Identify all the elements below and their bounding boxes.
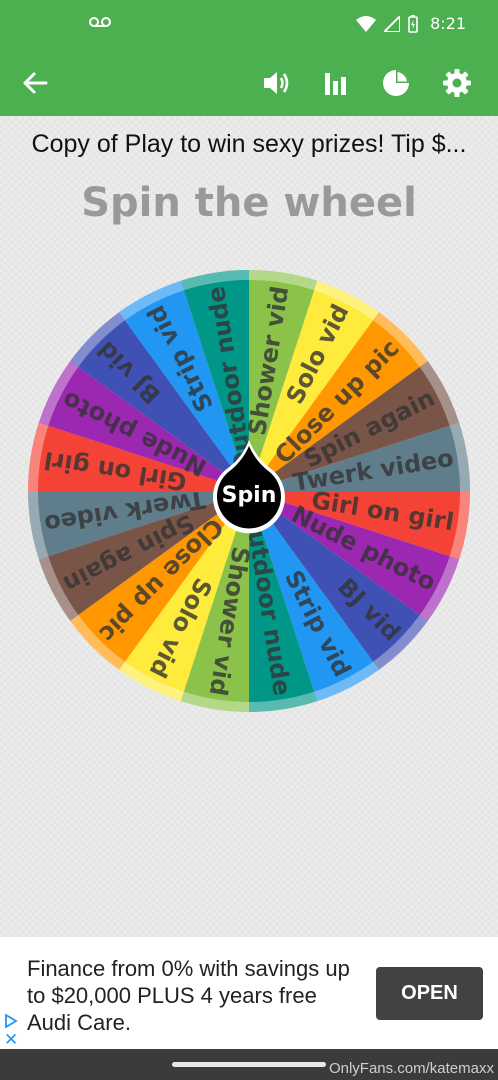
ad-close-icon[interactable]: ✕ — [4, 1030, 18, 1050]
spin-label: Spin — [222, 483, 277, 508]
adchoices-icon[interactable] — [4, 1014, 18, 1028]
status-time: 8:21 — [430, 14, 466, 33]
volume-icon — [264, 72, 289, 94]
status-bar: 8:21 — [0, 0, 498, 52]
prize-wheel[interactable]: Shower vidSolo vidClose up picSpin again… — [20, 262, 478, 720]
page-heading: Spin the wheel — [81, 180, 417, 226]
wheel-select-button[interactable] — [379, 66, 413, 100]
wifi-icon — [356, 15, 377, 32]
voicemail-icon — [89, 17, 111, 27]
wheel-name: Copy of Play to win sexy prizes! Tip $..… — [31, 130, 467, 158]
ad-open-button[interactable]: OPEN — [376, 967, 483, 1020]
gear-icon — [443, 69, 471, 97]
watermark: OnlyFans.com/katemaxx — [328, 1060, 494, 1077]
pie-chart-icon — [383, 70, 409, 96]
bar-chart-icon — [325, 73, 346, 95]
app-toolbar — [0, 52, 498, 116]
arrow-left-icon — [23, 72, 48, 94]
ad-text: Finance from 0% with savings up to $20,0… — [27, 956, 350, 1035]
cell-signal-icon — [384, 15, 401, 32]
battery-icon — [408, 14, 418, 33]
back-button[interactable] — [18, 66, 52, 100]
settings-button[interactable] — [440, 66, 474, 100]
home-handle[interactable] — [172, 1062, 326, 1067]
sound-button[interactable] — [260, 66, 294, 100]
stats-button[interactable] — [319, 66, 353, 100]
